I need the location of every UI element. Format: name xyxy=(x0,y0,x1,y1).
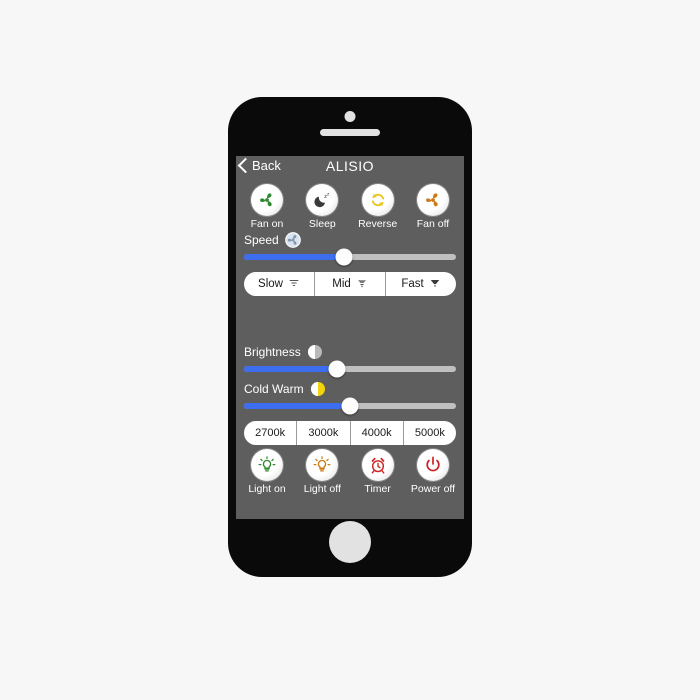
speaker-bar-icon xyxy=(320,129,380,136)
fan-green-icon xyxy=(251,184,283,216)
power-off-button[interactable]: Power off xyxy=(408,449,458,495)
reverse-arrows-icon xyxy=(361,184,394,216)
wind-light-icon xyxy=(288,277,300,292)
speed-segment-mid-label: Mid xyxy=(332,278,351,290)
home-button[interactable] xyxy=(329,521,371,563)
color-temp-5000k[interactable]: 5000k xyxy=(404,421,456,445)
speed-segment-slow-label: Slow xyxy=(258,278,283,290)
cold-warm-label: Cold Warm xyxy=(244,382,304,396)
nav-bar: Back ALISIO xyxy=(236,156,464,180)
speed-slider-track[interactable] xyxy=(244,248,456,266)
bulb-green-icon xyxy=(251,449,283,481)
half-circle-yellow-icon xyxy=(310,381,326,397)
color-temp-4000k-label: 4000k xyxy=(361,427,392,439)
fan-on-label: Fan on xyxy=(250,218,284,230)
reverse-button[interactable]: Reverse xyxy=(353,184,403,230)
color-temp-2700k[interactable]: 2700k xyxy=(244,421,298,445)
fan-button-row: Fan on z z Sleep Reverse Fan off xyxy=(236,184,464,230)
timer-label: Timer xyxy=(364,483,391,495)
color-temp-segmented-control: 2700k 3000k 4000k 5000k xyxy=(244,421,456,445)
speed-label: Speed xyxy=(244,233,279,247)
cold-warm-slider-knob[interactable] xyxy=(341,397,359,415)
speed-slider-knob[interactable] xyxy=(335,248,353,266)
color-temp-4000k[interactable]: 4000k xyxy=(351,421,404,445)
light-on-button[interactable]: Light on xyxy=(242,449,292,495)
light-off-label: Light off xyxy=(303,483,341,495)
moon-sleep-icon: z z xyxy=(306,184,339,216)
color-temp-2700k-label: 2700k xyxy=(255,427,286,439)
speed-segment-fast[interactable]: Fast xyxy=(386,272,456,296)
sleep-button[interactable]: z z Sleep xyxy=(297,184,347,230)
speed-segmented-control: Slow Mid Fast xyxy=(244,272,456,296)
power-off-label: Power off xyxy=(410,483,456,495)
phone-frame: Back ALISIO Fan on z z Sleep Reverse Fan… xyxy=(228,97,472,577)
alarm-clock-icon xyxy=(361,449,394,481)
cold-warm-header: Cold Warm xyxy=(244,379,456,399)
fan-on-button[interactable]: Fan on xyxy=(242,184,292,230)
reverse-label: Reverse xyxy=(358,218,398,230)
light-off-button[interactable]: Light off xyxy=(297,449,347,495)
half-circle-white-icon xyxy=(307,344,323,360)
color-temp-3000k[interactable]: 3000k xyxy=(297,421,351,445)
brightness-slider-fill xyxy=(244,366,338,372)
speed-header: Speed xyxy=(244,230,456,250)
fan-off-button[interactable]: Fan off xyxy=(408,184,458,230)
cold-warm-slider-fill xyxy=(244,403,350,409)
cold-warm-slider-track[interactable] xyxy=(244,397,456,415)
svg-text:z: z xyxy=(327,192,330,197)
wind-medium-icon xyxy=(356,277,368,292)
speed-segment-fast-label: Fast xyxy=(401,278,424,290)
light-button-row: Light on Light off Timer Power off xyxy=(236,449,464,495)
speed-slider-group: Speed xyxy=(236,230,464,266)
timer-button[interactable]: Timer xyxy=(353,449,403,495)
brightness-slider-group: Brightness xyxy=(236,342,464,378)
power-icon xyxy=(416,449,449,481)
color-temp-3000k-label: 3000k xyxy=(308,427,339,439)
speed-segment-mid[interactable]: Mid xyxy=(315,272,386,296)
brightness-slider-track[interactable] xyxy=(244,360,456,378)
sleep-label: Sleep xyxy=(308,218,336,230)
speed-segment-slow[interactable]: Slow xyxy=(244,272,315,296)
phone-screen: Back ALISIO Fan on z z Sleep Reverse Fan… xyxy=(236,156,464,519)
camera-dot-icon xyxy=(344,111,356,122)
color-temp-5000k-label: 5000k xyxy=(414,427,445,439)
speed-slider-fill xyxy=(244,254,344,260)
wind-strong-icon xyxy=(429,277,441,292)
brightness-slider-knob[interactable] xyxy=(328,360,346,378)
fan-orange-icon xyxy=(416,184,449,216)
brightness-header: Brightness xyxy=(244,342,456,362)
light-on-label: Light on xyxy=(248,483,286,495)
cold-warm-slider-group: Cold Warm xyxy=(236,379,464,415)
brightness-label: Brightness xyxy=(244,345,301,359)
fan-off-label: Fan off xyxy=(416,218,450,230)
fan-speed-icon xyxy=(284,232,301,248)
bulb-orange-icon xyxy=(306,449,339,481)
page-title: ALISIO xyxy=(325,158,375,174)
